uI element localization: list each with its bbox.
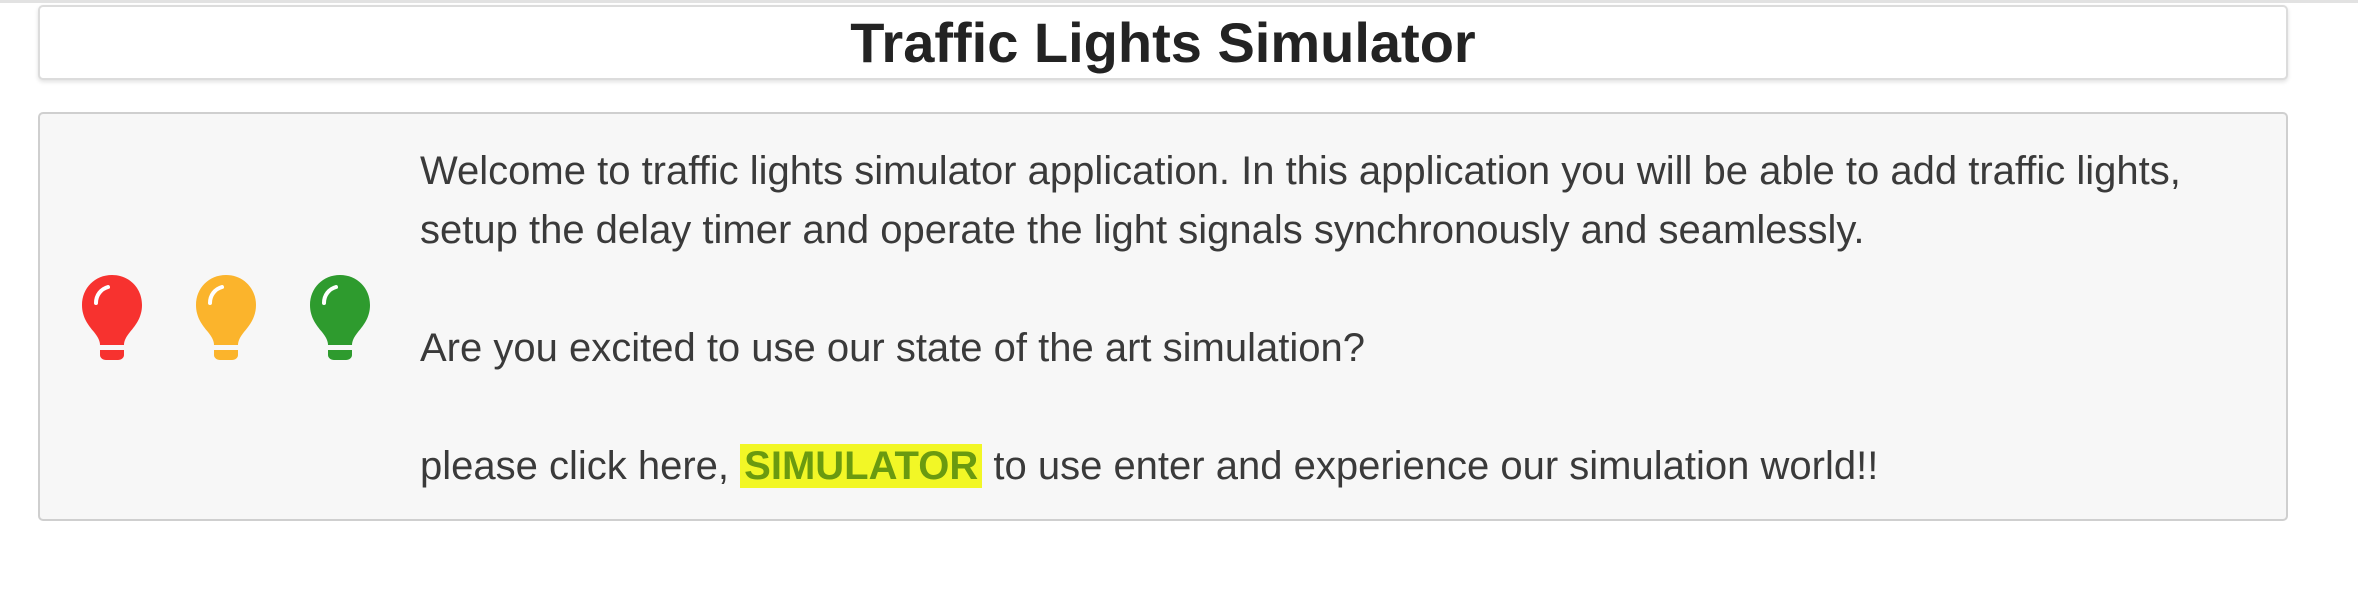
intro-message: Welcome to traffic lights simulator appl… (420, 142, 2220, 496)
yellow-lightbulb-icon (194, 273, 258, 361)
header-card: Traffic Lights Simulator (38, 5, 2288, 80)
red-lightbulb-icon (80, 273, 144, 361)
cta-line: please click here, SIMULATOR to use ente… (420, 437, 2220, 496)
green-lightbulb-icon (308, 273, 372, 361)
question-text: Are you excited to use our state of the … (420, 326, 1365, 370)
page-title: Traffic Lights Simulator (850, 10, 1476, 74)
top-divider (0, 0, 2358, 3)
cta-prefix: please click here, (420, 444, 730, 488)
welcome-text: Welcome to traffic lights simulator appl… (420, 149, 2181, 252)
intro-card: Welcome to traffic lights simulator appl… (38, 112, 2288, 521)
simulator-link[interactable]: SIMULATOR (740, 444, 983, 488)
cta-suffix: to use enter and experience our simulati… (993, 444, 1879, 488)
